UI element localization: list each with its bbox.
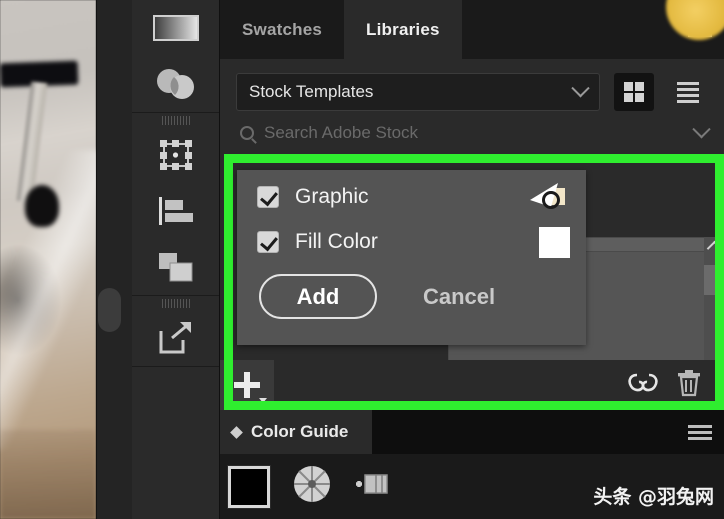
tool-section-grip-2[interactable] [132, 296, 219, 310]
fill-color-swatch[interactable] [539, 227, 570, 258]
cancel-button[interactable]: Cancel [423, 284, 495, 310]
add-button-label: Add [297, 284, 340, 310]
hamburger-menu-icon [688, 425, 712, 428]
tool-strip [132, 0, 220, 519]
tool-section-export [132, 296, 219, 367]
tab-libraries-label: Libraries [366, 20, 440, 40]
gradient-tool-button[interactable] [132, 0, 219, 56]
color-guide-menu-button[interactable] [688, 410, 724, 454]
canvas-artwork[interactable] [0, 0, 96, 519]
creative-cloud-button[interactable] [626, 370, 660, 401]
tab-swatches[interactable]: Swatches [220, 0, 344, 59]
trash-icon [676, 369, 702, 397]
graphic-artwork-icon [526, 180, 570, 214]
chevron-up-icon[interactable] [706, 241, 722, 257]
canvas-foot-decoration [25, 185, 59, 227]
chevron-down-icon[interactable] [692, 120, 710, 138]
plus-icon [234, 372, 260, 398]
add-item-button[interactable] [220, 360, 274, 410]
dialog-option-graphic[interactable]: Graphic [237, 170, 586, 218]
add-button[interactable]: Add [259, 274, 377, 319]
add-to-swatches-icon [354, 467, 394, 501]
transform-tool-button[interactable] [132, 127, 219, 183]
tool-section-object [132, 113, 219, 296]
app-window: Swatches Libraries Stock Templates [0, 0, 724, 519]
arrange-tool-button[interactable] [132, 239, 219, 295]
color-guide-header: Color Guide [220, 410, 724, 454]
search-input[interactable]: Search Adobe Stock [264, 123, 685, 143]
shape-builder-tool-button[interactable] [132, 56, 219, 112]
scrollbar-thumb[interactable] [704, 265, 724, 295]
panel-collapse-rail[interactable] [96, 0, 132, 519]
align-tool-button[interactable] [132, 183, 219, 239]
delete-button[interactable] [676, 369, 702, 402]
grid-view-button[interactable] [614, 73, 654, 111]
dialog-button-row: Add Cancel [237, 266, 586, 319]
caret-down-icon [259, 398, 267, 403]
active-color-swatch[interactable] [228, 466, 270, 508]
libraries-toolbar: Stock Templates [220, 59, 724, 111]
library-select[interactable]: Stock Templates [236, 73, 600, 111]
dialog-option-fill-color[interactable]: Fill Color [237, 218, 586, 266]
transform-handles-icon [157, 138, 195, 172]
color-wheel-button[interactable] [292, 464, 332, 509]
libraries-footer [220, 360, 724, 410]
grid-view-icon [624, 82, 644, 102]
tab-bar-spacer [462, 0, 688, 59]
panel-tab-bar: Swatches Libraries [220, 0, 724, 59]
add-to-library-dialog: Graphic Fill Color Add Cancel [237, 170, 586, 345]
list-view-button[interactable] [668, 73, 708, 111]
gradient-swatch-icon [153, 15, 199, 41]
watermark-text: 头条 @羽兔网 [593, 482, 714, 509]
diamond-toggle-icon[interactable] [230, 426, 243, 439]
fill-color-checkbox[interactable] [257, 231, 279, 253]
chevron-down-icon [571, 79, 589, 97]
color-guide-tab[interactable]: Color Guide [220, 410, 372, 454]
creative-cloud-icon [626, 370, 660, 396]
fill-color-label: Fill Color [295, 230, 539, 254]
color-wheel-icon [292, 464, 332, 504]
align-left-icon [156, 195, 196, 227]
tab-swatches-label: Swatches [242, 20, 322, 40]
export-arrow-icon [156, 319, 196, 357]
cancel-button-label: Cancel [423, 284, 495, 309]
color-guide-header-spacer [372, 410, 688, 454]
library-select-value: Stock Templates [249, 82, 373, 102]
list-view-icon [677, 82, 699, 103]
stacked-squares-icon [156, 250, 196, 284]
stock-search-row[interactable]: Search Adobe Stock [220, 111, 724, 143]
export-tool-button[interactable] [132, 310, 219, 366]
canvas-floor-shadow [0, 430, 96, 519]
graphic-label: Graphic [295, 185, 526, 209]
tool-section-appearance [132, 0, 219, 113]
save-to-swatches-button[interactable] [354, 467, 394, 506]
panel-collapse-grip[interactable] [98, 288, 121, 332]
tab-libraries[interactable]: Libraries [344, 0, 462, 59]
search-icon [240, 126, 254, 140]
tool-section-grip[interactable] [132, 113, 219, 127]
overlapping-circles-icon [154, 67, 198, 101]
graphic-checkbox[interactable] [257, 186, 279, 208]
color-guide-panel: Color Guide [220, 410, 724, 519]
color-guide-title: Color Guide [251, 422, 348, 442]
